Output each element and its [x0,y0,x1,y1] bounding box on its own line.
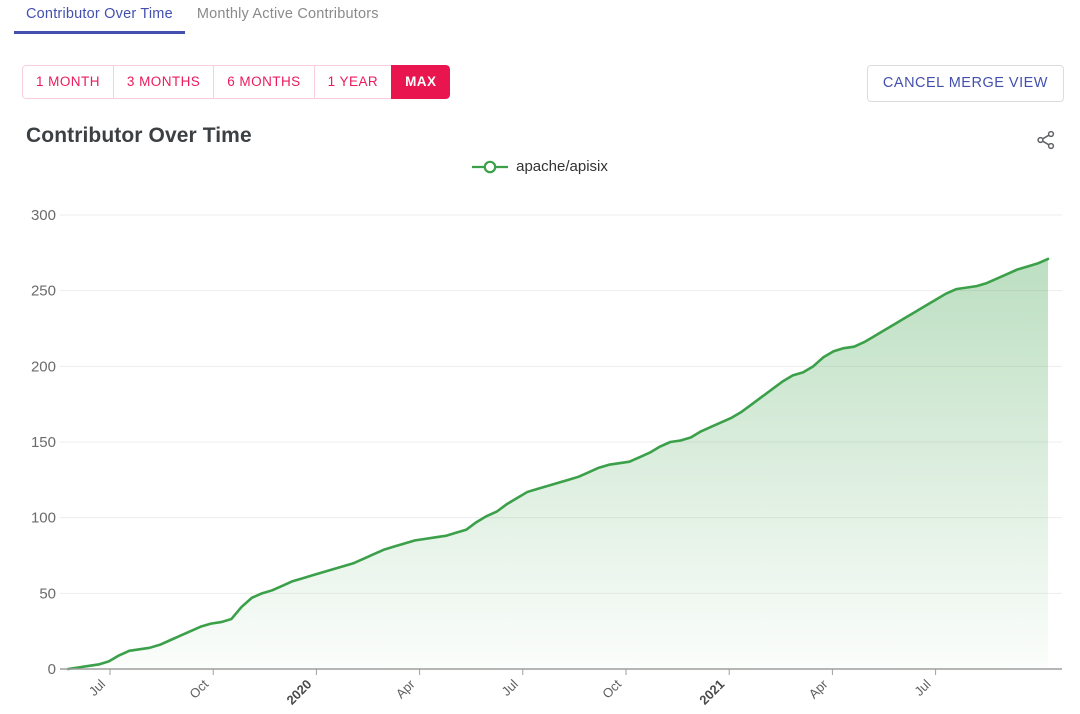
y-axis-tick-label: 200 [31,358,56,375]
legend-label-apache-apisix: apache/apisix [516,158,608,175]
tab-bar: Contributor Over Time Monthly Active Con… [0,0,1080,44]
range-button-label: MAX [405,74,437,89]
y-axis-tick-label: 0 [48,661,56,678]
tab-contributor-over-time[interactable]: Contributor Over Time [14,0,185,34]
x-axis-tick-label: Oct [599,676,624,701]
legend-marker-icon [472,160,509,173]
chart-title: Contributor Over Time [26,124,252,147]
tab-label: Monthly Active Contributors [196,6,379,22]
y-axis-tick-label: 300 [31,207,56,224]
x-axis-tick-label: Jul [86,676,108,698]
range-button-label: 1 MONTH [36,74,100,89]
range-button-3-months[interactable]: 3 MONTHS [112,65,214,99]
time-range-button-group: 1 MONTH 3 MONTHS 6 MONTHS 1 YEAR MAX [22,65,451,99]
cancel-merge-view-button[interactable]: CANCEL MERGE VIEW [866,65,1064,103]
x-axis-tick-label: Apr [393,676,418,701]
y-axis-tick-label: 50 [39,585,56,602]
y-axis-tick-label: 150 [31,434,56,451]
contributor-over-time-page: Contributor Over Time Monthly Active Con… [0,0,1080,714]
contributor-over-time-chart[interactable]: 0 50 100 150 200 250 300 Jul Oct 2020 Apr Jul Oct 20… [0,190,1080,714]
x-axis-tick-label: Oct [186,676,211,701]
tab-label: Contributor Over Time [26,6,173,22]
range-button-label: 3 MONTHS [126,74,201,89]
range-button-1-month[interactable]: 1 MONTH [22,65,113,99]
chart-x-axis-labels: Jul Oct 2020 Apr Jul Oct 2021 Apr Jul [86,669,937,708]
tab-monthly-active-contributors[interactable]: Monthly Active Contributors [185,0,391,34]
x-axis-tick-label: Jul [499,676,521,698]
cancel-merge-view-label: CANCEL MERGE VIEW [882,75,1048,91]
share-nodes-icon[interactable] [1034,128,1058,152]
range-button-1-year[interactable]: 1 YEAR [313,65,392,99]
range-button-max[interactable]: MAX [391,65,451,99]
chart-legend[interactable]: apache/apisix [0,158,1080,175]
x-axis-tick-label: Jul [911,676,933,698]
x-axis-tick-label: 2020 [283,677,314,708]
range-button-label: 6 MONTHS [227,74,301,89]
chart-canvas: 0 50 100 150 200 250 300 Jul Oct 2020 Apr Jul Oct 20… [31,207,1062,708]
range-button-label: 1 YEAR [327,74,379,89]
range-button-6-months[interactable]: 6 MONTHS [213,65,314,99]
x-axis-tick-label: Apr [806,676,831,701]
y-axis-tick-label: 100 [31,510,56,527]
y-axis-tick-label: 250 [31,283,56,300]
x-axis-tick-label: 2021 [696,677,727,708]
chart-y-axis-labels: 0 50 100 150 200 250 300 [31,207,56,678]
